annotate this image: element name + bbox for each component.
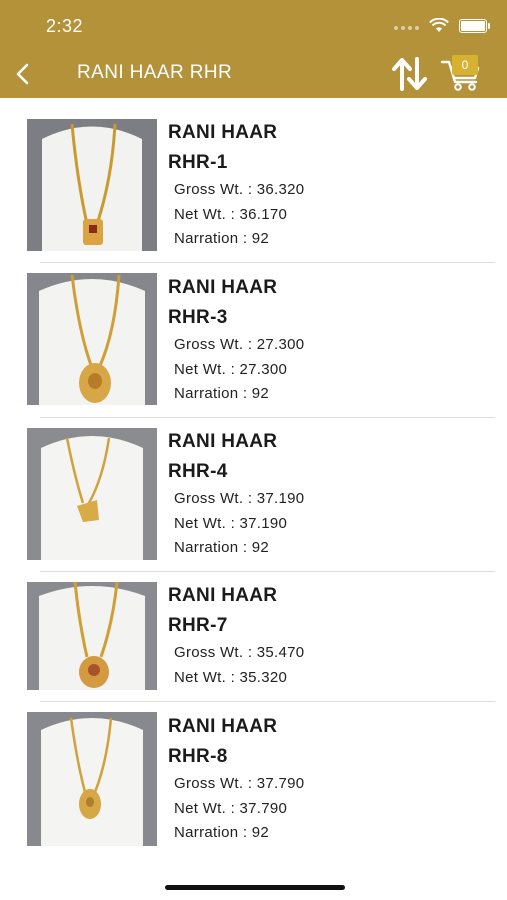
- product-code: RHR-7: [168, 615, 228, 636]
- product-code: RHR-3: [168, 307, 228, 328]
- product-info: RANI HAAR RHR-1 Gross Wt. : 36.320 Net W…: [168, 118, 304, 252]
- narration: Narration : 92: [174, 539, 270, 556]
- wifi-icon: [429, 18, 449, 32]
- product-row[interactable]: RANI HAAR RHR-3 Gross Wt. : 27.300 Net W…: [0, 263, 507, 418]
- net-weight: Net Wt. : 27.300: [174, 360, 288, 378]
- gross-weight: Gross Wt. : 37.190: [174, 490, 305, 507]
- product-image: [27, 273, 157, 405]
- narration: Narration : 92: [174, 385, 270, 402]
- product-name-line1: RANI HAAR: [168, 277, 278, 298]
- product-info: RANI HAAR RHR-3 Gross Wt. : 27.300 Net W…: [168, 273, 304, 407]
- status-time: 2:32: [46, 16, 84, 36]
- product-code: RHR-1: [168, 152, 228, 173]
- product-name-line1: RANI HAAR: [168, 122, 278, 143]
- page-title: RANI HAAR RHR: [77, 62, 233, 83]
- product-image: [27, 428, 157, 560]
- net-weight: Net Wt. : 36.170: [174, 205, 288, 223]
- sort-icon[interactable]: [390, 56, 430, 92]
- gross-weight: Gross Wt. : 35.470: [174, 644, 305, 661]
- product-code: RHR-4: [168, 461, 228, 482]
- narration: Narration : 92: [174, 230, 270, 247]
- product-row[interactable]: RANI HAAR RHR-7 Gross Wt. : 35.470 Net W…: [0, 572, 507, 702]
- gross-weight: Gross Wt. : 36.320: [174, 181, 305, 198]
- product-image: [27, 582, 157, 690]
- home-indicator[interactable]: [165, 885, 345, 890]
- status-icons: [391, 16, 490, 36]
- net-weight: Net Wt. : 37.190: [174, 514, 288, 532]
- product-info: RANI HAAR RHR-7 Gross Wt. : 35.470 Net W…: [168, 581, 304, 690]
- product-name-line1: RANI HAAR: [168, 431, 278, 452]
- product-info: RANI HAAR RHR-4 Gross Wt. : 37.190 Net W…: [168, 427, 304, 561]
- net-weight: Net Wt. : 35.320: [174, 668, 288, 686]
- product-image: [27, 712, 157, 846]
- gross-weight: Gross Wt. : 37.790: [174, 775, 305, 792]
- narration: Narration : 92: [174, 824, 270, 841]
- product-row[interactable]: RANI HAAR RHR-8 Gross Wt. : 37.790 Net W…: [0, 702, 507, 857]
- product-code: RHR-8: [168, 746, 228, 767]
- product-name-line1: RANI HAAR: [168, 716, 278, 737]
- product-row[interactable]: RANI HAAR RHR-1 Gross Wt. : 36.320 Net W…: [0, 98, 507, 263]
- product-info: RANI HAAR RHR-8 Gross Wt. : 37.790 Net W…: [168, 712, 304, 846]
- navigation-header: 2:32 RANI HAAR RHR 0: [0, 0, 507, 98]
- battery-icon: [459, 19, 490, 33]
- product-name-line1: RANI HAAR: [168, 585, 278, 606]
- cart-count-badge: 0: [452, 55, 478, 75]
- gross-weight: Gross Wt. : 27.300: [174, 336, 305, 353]
- net-weight: Net Wt. : 37.790: [174, 799, 288, 817]
- product-row[interactable]: RANI HAAR RHR-4 Gross Wt. : 37.190 Net W…: [0, 418, 507, 572]
- back-arrow-icon[interactable]: [12, 60, 32, 88]
- signal-icon: [391, 17, 419, 35]
- product-image: [27, 119, 157, 251]
